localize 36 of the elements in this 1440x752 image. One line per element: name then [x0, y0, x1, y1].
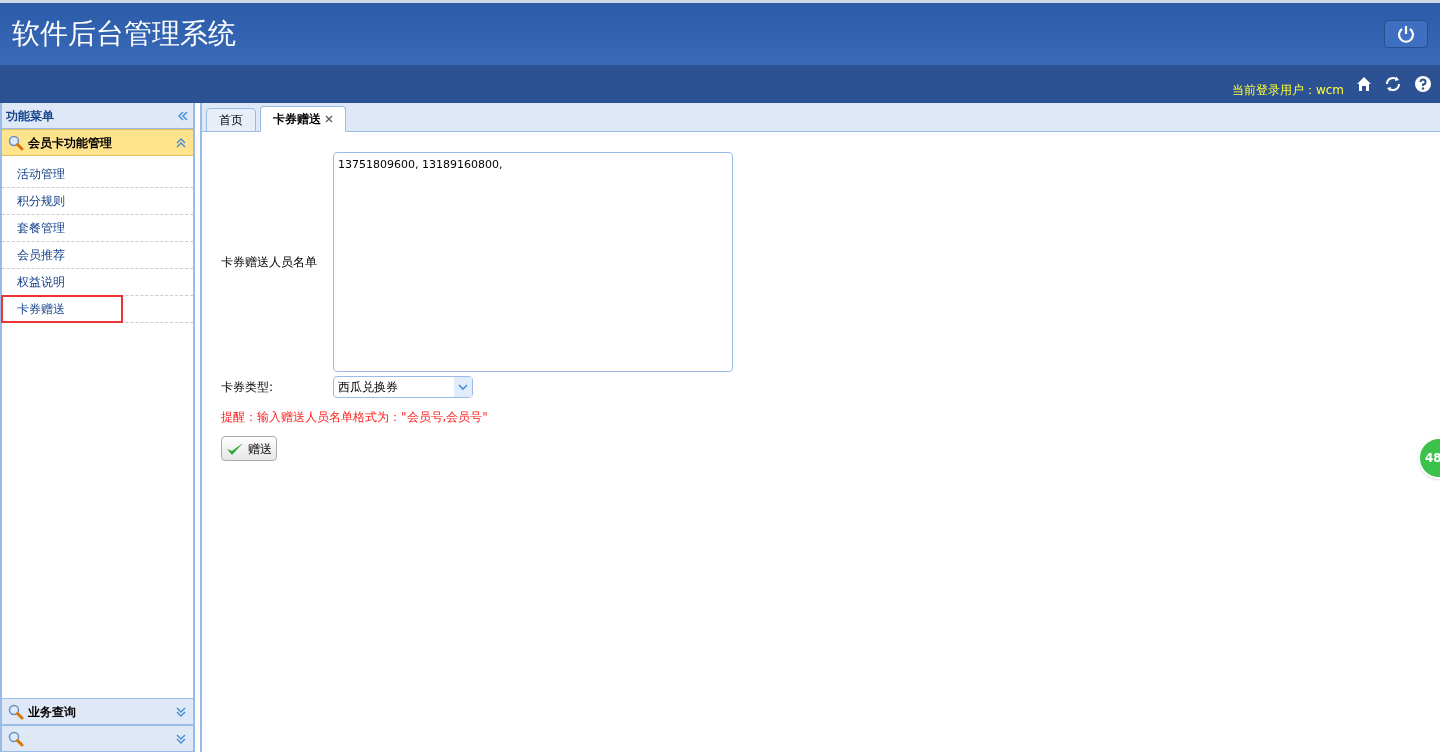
magnifier-icon — [8, 134, 24, 151]
app-title: 软件后台管理系统 — [12, 16, 236, 52]
section-title: 会员卡功能管理 — [28, 134, 112, 152]
tab[interactable]: 卡券赠送 — [260, 106, 346, 132]
collapse-icon[interactable] — [177, 109, 189, 122]
hint-text: 提醒：输入赠送人员名单格式为："会员号,会员号" — [221, 409, 489, 426]
refresh-icon[interactable] — [1384, 75, 1402, 93]
magnifier-icon — [8, 703, 24, 720]
sidebar-title: 功能菜单 — [6, 107, 54, 125]
power-button[interactable] — [1384, 20, 1428, 48]
menu-section-header[interactable]: 会员卡功能管理 — [2, 129, 193, 156]
menu-item[interactable]: 积分规则 — [2, 188, 193, 214]
menu-item[interactable]: 套餐管理 — [2, 215, 193, 241]
help-icon[interactable] — [1414, 75, 1432, 93]
field-label: 卡券类型: — [221, 379, 275, 396]
home-icon[interactable] — [1356, 76, 1372, 92]
menu-section-header[interactable]: 业务查询 — [2, 698, 193, 725]
section-title: 业务查询 — [28, 703, 76, 721]
field-label: 卡券赠送人员名单 — [221, 254, 318, 271]
card-type-select[interactable]: 西瓜兑换券 — [333, 376, 473, 398]
collapse-icon[interactable] — [175, 136, 187, 149]
close-icon[interactable] — [325, 115, 333, 123]
member-list-field[interactable]: 13751809600, 13189160800, — [333, 152, 733, 372]
power-icon — [1396, 24, 1416, 44]
menu-item[interactable]: 会员推荐 — [2, 242, 193, 268]
tab[interactable]: 首页 — [206, 108, 256, 132]
expand-icon[interactable] — [175, 705, 187, 718]
checkmark-icon — [226, 440, 244, 457]
gift-button[interactable]: 赠送 — [221, 436, 277, 461]
menu-item[interactable]: 权益说明 — [2, 269, 193, 295]
current-user: 当前登录用户：wcm — [1231, 82, 1344, 99]
menu-item[interactable]: 活动管理 — [2, 161, 193, 187]
magnifier-icon — [8, 730, 24, 747]
menu-item[interactable]: 卡券赠送 — [2, 296, 122, 322]
expand-icon[interactable] — [175, 732, 187, 745]
dropdown-icon — [458, 383, 468, 391]
